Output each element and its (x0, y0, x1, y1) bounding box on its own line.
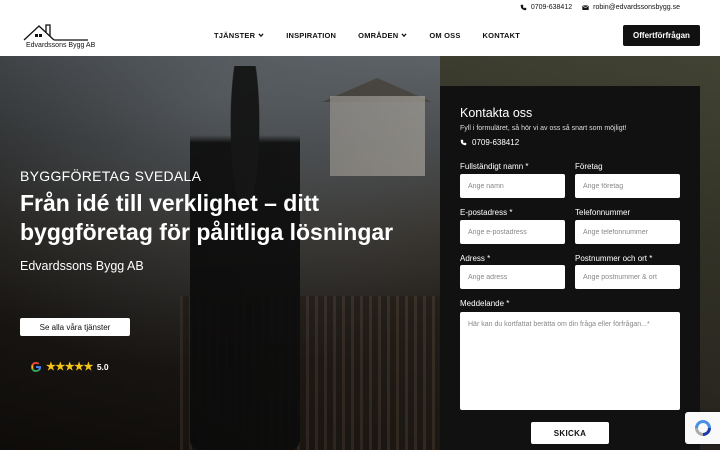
hero-eyebrow: BYGGFÖRETAG SVEDALA (20, 168, 202, 184)
form-subtitle: Fyll i formuläret, så hör vi av oss så s… (460, 125, 627, 132)
logo[interactable]: Edvardssons Bygg AB (22, 20, 102, 52)
phone-icon (520, 4, 527, 10)
nav-label: OMRÅDEN (358, 30, 399, 40)
nav-omraden[interactable]: OMRÅDEN (358, 31, 407, 40)
nav-kontakt[interactable]: KONTAKT (483, 31, 521, 40)
recaptcha-badge[interactable] (685, 412, 720, 444)
name-label: Fullständigt namn * (460, 162, 529, 171)
topbar-phone[interactable]: 0709-638412 (520, 4, 572, 11)
form-title: Kontakta oss (460, 106, 533, 120)
contact-form-panel: Kontakta oss Fyll i formuläret, så hör v… (440, 86, 700, 450)
chevron-down-icon (401, 33, 407, 38)
address-label: Adress * (460, 254, 491, 263)
nav-inspiration[interactable]: INSPIRATION (286, 31, 336, 40)
phone-icon (460, 139, 467, 146)
postal-input[interactable] (575, 265, 680, 289)
nav-label: TJÄNSTER (214, 30, 256, 40)
topbar-phone-text: 0709-638412 (530, 3, 573, 11)
name-input[interactable] (460, 174, 565, 198)
top-contact-bar: 0709-638412 robin@edvardssonsbygg.se (0, 0, 720, 14)
google-icon (31, 361, 41, 372)
phone-input[interactable] (575, 220, 680, 244)
rating-value: 5.0 (96, 361, 109, 372)
form-phone[interactable]: 0709-638412 (460, 138, 680, 147)
site-header: Edvardssons Bygg AB TJÄNSTER INSPIRATION… (0, 14, 720, 56)
topbar-email[interactable]: robin@edvardssonsbygg.se (582, 4, 680, 11)
recaptcha-icon (694, 420, 711, 436)
quote-request-button[interactable]: Offertförfrågan (623, 25, 700, 46)
hero-headline: Från idé till verklighet – ditt byggföre… (20, 190, 394, 245)
chevron-down-icon (258, 33, 264, 38)
submit-button[interactable]: SKICKA (531, 422, 609, 444)
main-nav: TJÄNSTER INSPIRATION OMRÅDEN OM OSS KONT… (214, 14, 520, 56)
nav-om-oss[interactable]: OM OSS (429, 31, 460, 40)
nav-tjanster[interactable]: TJÄNSTER (214, 31, 264, 40)
email-label: E-postadress * (460, 208, 513, 217)
see-all-services-button[interactable]: Se alla våra tjänster (20, 318, 130, 336)
hero-company-name: Edvardssons Bygg AB (20, 259, 144, 273)
topbar-email-text: robin@edvardssonsbygg.se (593, 3, 680, 11)
company-label: Företag (575, 162, 603, 171)
address-input[interactable] (460, 265, 565, 289)
message-textarea[interactable] (460, 312, 680, 410)
nav-label: OM OSS (429, 30, 461, 40)
form-phone-text: 0709-638412 (472, 138, 520, 147)
star-rating-icons: ★★★★★ (46, 361, 93, 373)
company-input[interactable] (575, 174, 680, 198)
google-rating[interactable]: ★★★★★ 5.0 (30, 360, 109, 373)
message-label: Meddelande * (460, 299, 510, 308)
nav-label: INSPIRATION (286, 30, 337, 40)
house-logo-icon (23, 24, 88, 41)
logo-text: Edvardssons Bygg AB (26, 42, 96, 49)
hero-content: BYGGFÖRETAG SVEDALA Från idé till verkli… (20, 168, 420, 273)
mail-icon (582, 4, 589, 10)
email-input[interactable] (460, 220, 565, 244)
phone-label: Telefonnummer (575, 208, 631, 217)
postal-label: Postnummer och ort * (575, 254, 653, 263)
nav-label: KONTAKT (482, 30, 521, 40)
